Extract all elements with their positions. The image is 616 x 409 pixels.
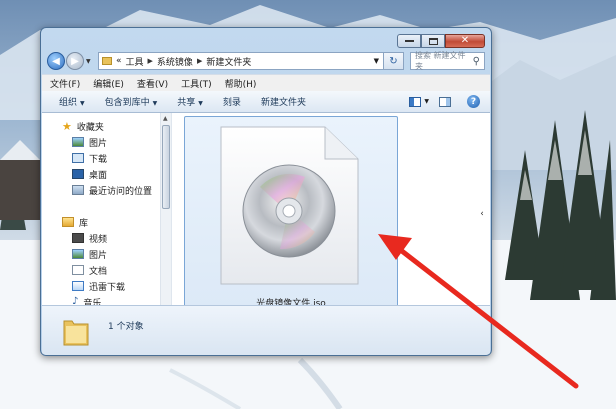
sidebar-item-libraries[interactable]: 库 [62, 215, 88, 229]
address-dropdown-icon[interactable]: ▼ [370, 57, 383, 65]
breadcrumb-item[interactable]: 系统镜像 [157, 55, 193, 68]
folder-icon [102, 57, 112, 65]
sidebar-item-label: 库 [79, 218, 89, 229]
sidebar-item-label: 最近访问的位置 [89, 186, 153, 197]
explorer-body: ★ 收藏夹 图片 下载 桌面 最近访问的位置 库 视频 图片 文档 迅雷下载 ♪… [42, 113, 490, 310]
search-input[interactable]: 搜索 新建文件夹 ⚲ [410, 51, 485, 71]
chevron-left-icon[interactable]: ‹ [475, 205, 489, 223]
documents-icon [72, 265, 84, 275]
sidebar-item-xunlei-downloads[interactable]: 迅雷下载 [72, 279, 125, 293]
sidebar-item-label: 图片 [89, 138, 108, 149]
sidebar-item-label: 图片 [89, 250, 108, 261]
forward-arrow-icon: ▶ [71, 55, 79, 67]
disc-image-icon [220, 126, 359, 285]
scrollbar-thumb[interactable] [162, 125, 170, 209]
include-in-library-button[interactable]: 包含到库中 ▼ [105, 95, 158, 108]
sidebar-item-pictures[interactable]: 图片 [72, 135, 107, 149]
downloads-icon [72, 153, 84, 163]
sidebar-item-documents[interactable]: 文档 [72, 263, 107, 277]
recent-places-icon [72, 185, 84, 195]
view-controls: ▼ ? [409, 95, 480, 108]
sidebar-item-label: 桌面 [89, 170, 108, 181]
close-button[interactable]: ✕ [445, 34, 485, 48]
minimize-icon [404, 40, 414, 42]
share-label: 共享 [177, 98, 196, 108]
menu-edit[interactable]: 编辑(E) [93, 77, 124, 90]
sidebar-item-favorites[interactable]: ★ 收藏夹 [62, 119, 104, 133]
burn-button[interactable]: 刻录 [223, 95, 241, 108]
scroll-up-icon[interactable]: ▲ [163, 115, 168, 122]
navigation-bar: ◀ ▶ ▼ « 工具 ▶ 系统镜像 ▶ 新建文件夹 ▼ ↻ 搜索 新建文件夹 ⚲ [47, 51, 485, 71]
share-button[interactable]: 共享 ▼ [177, 95, 203, 108]
file-list: 光盘镜像文件.iso [173, 113, 490, 310]
item-count: 1 个对象 [108, 322, 144, 332]
videos-icon [72, 233, 84, 243]
menu-bar: 文件(F) 编辑(E) 查看(V) 工具(T) 帮助(H) [42, 74, 490, 91]
chevron-down-icon: ▼ [152, 100, 158, 107]
sidebar-item-library-pictures[interactable]: 图片 [72, 247, 107, 261]
sidebar-item-downloads[interactable]: 下载 [72, 151, 107, 165]
window-caption-buttons: ✕ [397, 34, 485, 48]
breadcrumb-item[interactable]: 新建文件夹 [206, 55, 251, 68]
sidebar-item-label: 下载 [89, 154, 108, 165]
back-button[interactable]: ◀ [47, 52, 65, 70]
search-icon: ⚲ [472, 55, 480, 67]
command-bar: 组织 ▼ 包含到库中 ▼ 共享 ▼ 刻录 新建文件夹 ▼ ? [42, 91, 490, 113]
maximize-button[interactable] [421, 34, 445, 48]
breadcrumb-item[interactable]: 工具 [126, 55, 144, 68]
sidebar-item-desktop[interactable]: 桌面 [72, 167, 107, 181]
sidebar-item-label: 文档 [89, 266, 108, 277]
organize-label: 组织 [59, 98, 78, 108]
help-icon[interactable]: ? [467, 95, 480, 108]
refresh-button[interactable]: ↻ [384, 52, 404, 70]
include-in-library-label: 包含到库中 [104, 98, 150, 108]
view-dropdown-icon[interactable]: ▼ [424, 98, 429, 105]
star-icon: ★ [62, 119, 72, 133]
chevron-down-icon: ▼ [198, 100, 203, 107]
sidebar-item-label: 收藏夹 [76, 122, 104, 133]
sidebar-item-recent-places[interactable]: 最近访问的位置 [72, 183, 152, 197]
refresh-icon: ↻ [389, 55, 398, 67]
minimize-button[interactable] [397, 34, 421, 48]
file-item-selected[interactable]: 光盘镜像文件.iso [184, 116, 398, 310]
menu-file[interactable]: 文件(F) [50, 77, 80, 90]
search-placeholder: 搜索 新建文件夹 [415, 51, 466, 71]
xunlei-downloads-icon [72, 281, 84, 291]
sidebar-item-videos[interactable]: 视频 [72, 231, 107, 245]
navigation-scrollbar[interactable]: ▲ [160, 113, 171, 305]
organize-button[interactable]: 组织 ▼ [59, 95, 85, 108]
navigation-pane: ★ 收藏夹 图片 下载 桌面 最近访问的位置 库 视频 图片 文档 迅雷下载 ♪… [42, 113, 172, 309]
menu-tools[interactable]: 工具(T) [181, 77, 212, 90]
forward-button[interactable]: ▶ [66, 52, 84, 70]
view-mode-icon[interactable] [409, 96, 422, 107]
back-arrow-icon: ◀ [52, 55, 60, 67]
desktop-icon [72, 169, 84, 179]
explorer-window: ✕ ◀ ▶ ▼ « 工具 ▶ 系统镜像 ▶ 新建文件夹 ▼ ↻ 搜索 新建文件夹… [40, 27, 492, 356]
folder-icon [63, 320, 89, 346]
details-pane: 1 个对象 [42, 305, 490, 355]
chevron-right-icon[interactable]: ▶ [197, 57, 202, 65]
pictures-icon [72, 249, 84, 259]
menu-view[interactable]: 查看(V) [137, 77, 168, 90]
chevron-down-icon: ▼ [80, 100, 85, 107]
menu-help[interactable]: 帮助(H) [225, 77, 257, 90]
new-folder-button[interactable]: 新建文件夹 [261, 95, 306, 108]
maximize-icon [428, 37, 438, 45]
close-icon: ✕ [460, 35, 470, 46]
sidebar-item-label: 迅雷下载 [89, 282, 126, 293]
preview-pane-icon[interactable] [439, 96, 451, 107]
chevron-right-icon[interactable]: ▶ [148, 57, 153, 65]
library-icon [62, 217, 74, 227]
pictures-icon [72, 137, 84, 147]
breadcrumb-overflow[interactable]: « [116, 56, 122, 66]
sidebar-item-label: 视频 [89, 234, 108, 245]
address-bar[interactable]: « 工具 ▶ 系统镜像 ▶ 新建文件夹 ▼ [98, 52, 384, 70]
recent-pages-dropdown[interactable]: ▼ [86, 58, 94, 65]
